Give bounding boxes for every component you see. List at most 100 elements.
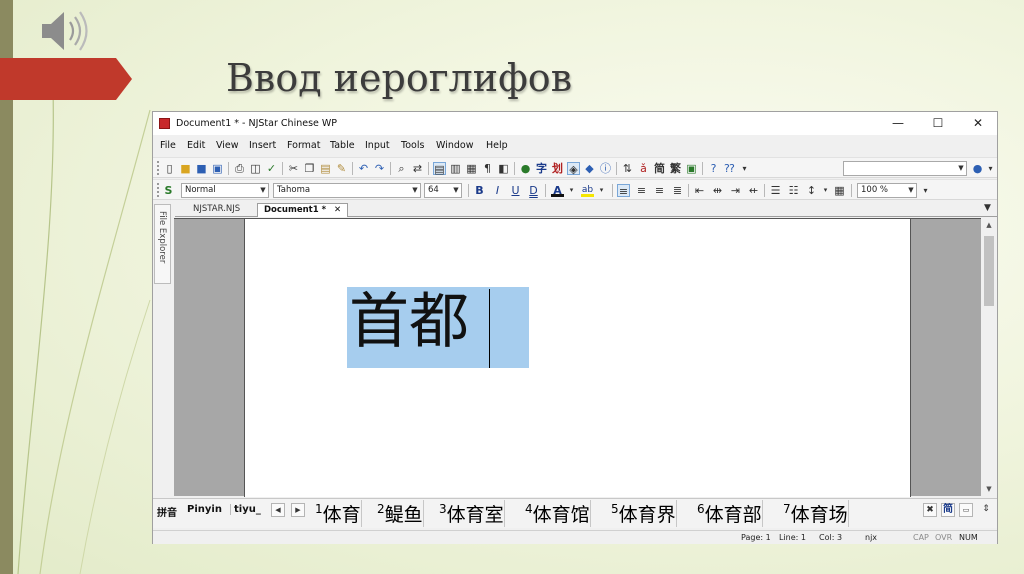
menu-insert[interactable]: Insert [249, 140, 276, 151]
normal-view-icon[interactable]: ▥ [449, 162, 462, 175]
bold-button[interactable]: B [473, 184, 486, 197]
fan-char-icon[interactable]: 繁 [669, 162, 682, 175]
menu-view[interactable]: View [216, 140, 239, 151]
indent-right-icon[interactable]: ⇥ [729, 184, 742, 197]
spell-check-icon[interactable]: ✓ [265, 162, 278, 175]
minimize-button[interactable]: — [879, 112, 917, 135]
menu-window[interactable]: Window [436, 140, 473, 151]
candidate-1[interactable]: 1体育 [315, 500, 362, 527]
vertical-scrollbar[interactable]: ▲ ▼ [981, 218, 997, 496]
ime-jian-button[interactable]: 简 [941, 503, 955, 517]
indent-left-icon[interactable]: ⇤ [693, 184, 706, 197]
keyboard-icon[interactable]: ▭ [959, 503, 973, 517]
jian-char-icon[interactable]: 简 [653, 162, 666, 175]
zi-char-icon[interactable]: 字 [535, 162, 548, 175]
page-layout-icon[interactable]: ▤ [433, 162, 446, 176]
toolbar-combo[interactable]: ▼ [843, 161, 967, 176]
hua-char-icon[interactable]: 划 [551, 162, 564, 175]
toolbar-overflow-icon-2[interactable]: ▾ [984, 162, 997, 175]
menu-file[interactable]: File [160, 140, 176, 151]
context-help-icon[interactable]: ⁇ [723, 162, 736, 175]
convert-icon[interactable]: ▣ [685, 162, 698, 175]
new-document-icon[interactable]: ▯ [163, 162, 176, 175]
styles-icon[interactable]: S [162, 184, 175, 197]
borders-icon[interactable]: ▦ [833, 184, 846, 197]
ime-move-icon[interactable]: ⇕ [979, 503, 993, 517]
align-left-icon[interactable]: ≡ [617, 184, 630, 198]
pinyin-tone-icon[interactable]: ǎ [637, 162, 650, 175]
outdent-icon[interactable]: ⇷ [747, 184, 760, 197]
paste-icon[interactable]: ▤ [319, 162, 332, 175]
text-box-icon[interactable]: ◧ [497, 162, 510, 175]
align-center-icon[interactable]: ≡ [635, 184, 648, 197]
save-icon[interactable]: ■ [195, 162, 208, 175]
maximize-button[interactable]: ☐ [919, 112, 957, 135]
highlight-dropdown-icon[interactable]: ▾ [595, 184, 608, 197]
candidate-3[interactable]: 3体育室 [439, 500, 505, 527]
tab-njstar-njs[interactable]: NJSTAR.NJS [187, 203, 246, 217]
font-color-dropdown-icon[interactable]: ▾ [565, 184, 578, 197]
line-spacing-dropdown-icon[interactable]: ▾ [819, 184, 832, 197]
tab-close-icon[interactable]: ✕ [334, 205, 341, 215]
menu-help[interactable]: Help [486, 140, 508, 151]
toolbar-grip[interactable] [157, 161, 160, 175]
document-text[interactable]: 首都 [349, 289, 469, 355]
ime-input[interactable]: tiyu_ [230, 504, 261, 515]
menu-input[interactable]: Input [365, 140, 390, 151]
align-right-icon[interactable]: ≡ [653, 184, 666, 197]
table-icon[interactable]: ▦ [465, 162, 478, 175]
print-icon[interactable]: ⎙ [233, 162, 246, 175]
toolbar-overflow-icon[interactable]: ▾ [738, 162, 751, 175]
user-icon[interactable]: ● [519, 162, 532, 175]
ime-mode[interactable]: Pinyin [187, 504, 222, 515]
go-icon[interactable]: ● [971, 162, 984, 175]
paragraph-marks-icon[interactable]: ¶ [481, 162, 494, 175]
save-all-icon[interactable]: ▣ [211, 162, 224, 175]
document-page[interactable]: 首都 [244, 219, 911, 497]
highlight-button[interactable]: ab [581, 184, 594, 197]
numbered-list-icon[interactable]: ☷ [787, 184, 800, 197]
menu-format[interactable]: Format [287, 140, 320, 151]
underline-button[interactable]: U [509, 184, 522, 197]
file-explorer-panel[interactable]: File Explorer [154, 204, 171, 284]
help-icon[interactable]: ? [707, 162, 720, 175]
candidate-4[interactable]: 4体育馆 [525, 500, 591, 527]
menu-tools[interactable]: Tools [401, 140, 424, 151]
font-size-select[interactable]: 64 ▼ [424, 183, 462, 198]
find-icon[interactable]: ⌕ [395, 162, 408, 175]
undo-icon[interactable]: ↶ [357, 162, 370, 175]
scroll-down-icon[interactable]: ▼ [981, 482, 997, 496]
line-spacing-icon[interactable]: ↕ [805, 184, 818, 197]
scroll-up-icon[interactable]: ▲ [981, 218, 997, 232]
tab-document1[interactable]: Document1 * ✕ [257, 203, 349, 217]
open-folder-icon[interactable]: ■ [179, 162, 192, 175]
justify-icon[interactable]: ≣ [671, 184, 684, 197]
font-select[interactable]: Tahoma ▼ [273, 183, 421, 198]
toolbar-overflow-icon-3[interactable]: ▾ [919, 184, 932, 197]
tabs-dropdown-icon[interactable]: ▼ [981, 202, 994, 215]
menu-table[interactable]: Table [330, 140, 355, 151]
toolbar-grip[interactable] [157, 183, 160, 197]
candidate-2[interactable]: 2鳀鱼 [377, 500, 424, 527]
zoom-select[interactable]: 100 % ▼ [857, 183, 917, 198]
input-toggle-icon[interactable]: ◈ [567, 162, 580, 176]
scroll-thumb[interactable] [984, 236, 994, 306]
ime-next-icon[interactable]: ▶ [291, 503, 305, 517]
cut-icon[interactable]: ✂ [287, 162, 300, 175]
double-underline-button[interactable]: D [527, 184, 540, 197]
style-select[interactable]: Normal ▼ [181, 183, 269, 198]
candidate-6[interactable]: 6体育部 [697, 500, 763, 527]
ime-close-button[interactable]: ✖ [923, 503, 937, 517]
italic-button[interactable]: I [491, 184, 504, 197]
candidate-7[interactable]: 7体育场 [783, 500, 849, 527]
close-button[interactable]: ✕ [959, 112, 997, 135]
sort-icon[interactable]: ⇅ [621, 162, 634, 175]
ime-prev-icon[interactable]: ◀ [271, 503, 285, 517]
print-preview-icon[interactable]: ◫ [249, 162, 262, 175]
bullet-list-icon[interactable]: ☰ [769, 184, 782, 197]
dictionary-icon[interactable]: ◆ [583, 162, 596, 175]
format-painter-icon[interactable]: ✎ [335, 162, 348, 175]
redo-icon[interactable]: ↷ [373, 162, 386, 175]
info-icon[interactable]: ⓘ [599, 162, 612, 175]
menu-edit[interactable]: Edit [187, 140, 205, 151]
